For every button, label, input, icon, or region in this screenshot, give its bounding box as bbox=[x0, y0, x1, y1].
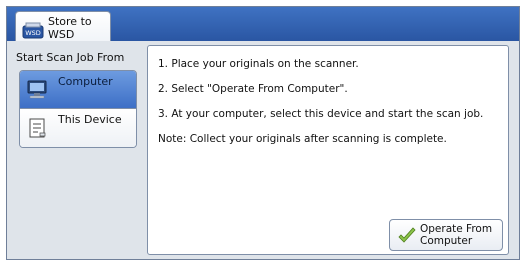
tab-label-line2: WSD bbox=[48, 28, 75, 41]
tab-label-line1: Store to bbox=[48, 15, 92, 28]
start-scan-heading: Start Scan Job From bbox=[16, 51, 125, 64]
content-area: Start Scan Job From Computer This Device… bbox=[7, 41, 519, 259]
operate-from-computer-button[interactable]: Operate From Computer bbox=[389, 219, 503, 251]
app-window: WSD Store to WSD Start Scan Job From Com… bbox=[6, 6, 520, 260]
operate-label-line2: Computer bbox=[420, 235, 473, 247]
checkmark-icon bbox=[398, 227, 416, 243]
wsd-icon: WSD bbox=[22, 22, 44, 39]
option-computer[interactable]: Computer bbox=[20, 71, 136, 109]
option-this-device-label: This Device bbox=[58, 113, 122, 126]
device-icon bbox=[29, 118, 46, 138]
instruction-note: Note: Collect your originals after scann… bbox=[158, 133, 447, 145]
svg-text:WSD: WSD bbox=[25, 29, 41, 37]
option-computer-label: Computer bbox=[58, 75, 113, 88]
operate-label-line1: Operate From bbox=[420, 223, 493, 235]
instruction-step-3: 3. At your computer, select this device … bbox=[158, 108, 484, 120]
instructions-panel: 1. Place your originals on the scanner. … bbox=[147, 45, 509, 255]
computer-icon bbox=[27, 80, 47, 99]
instruction-step-1: 1. Place your originals on the scanner. bbox=[158, 58, 359, 70]
scan-source-group: Computer This Device bbox=[19, 70, 137, 148]
option-this-device[interactable]: This Device bbox=[20, 109, 136, 147]
instruction-step-2: 2. Select "Operate From Computer". bbox=[158, 83, 348, 95]
operate-from-computer-label: Operate From Computer bbox=[420, 223, 500, 247]
tab-label: Store to WSD bbox=[48, 15, 108, 41]
